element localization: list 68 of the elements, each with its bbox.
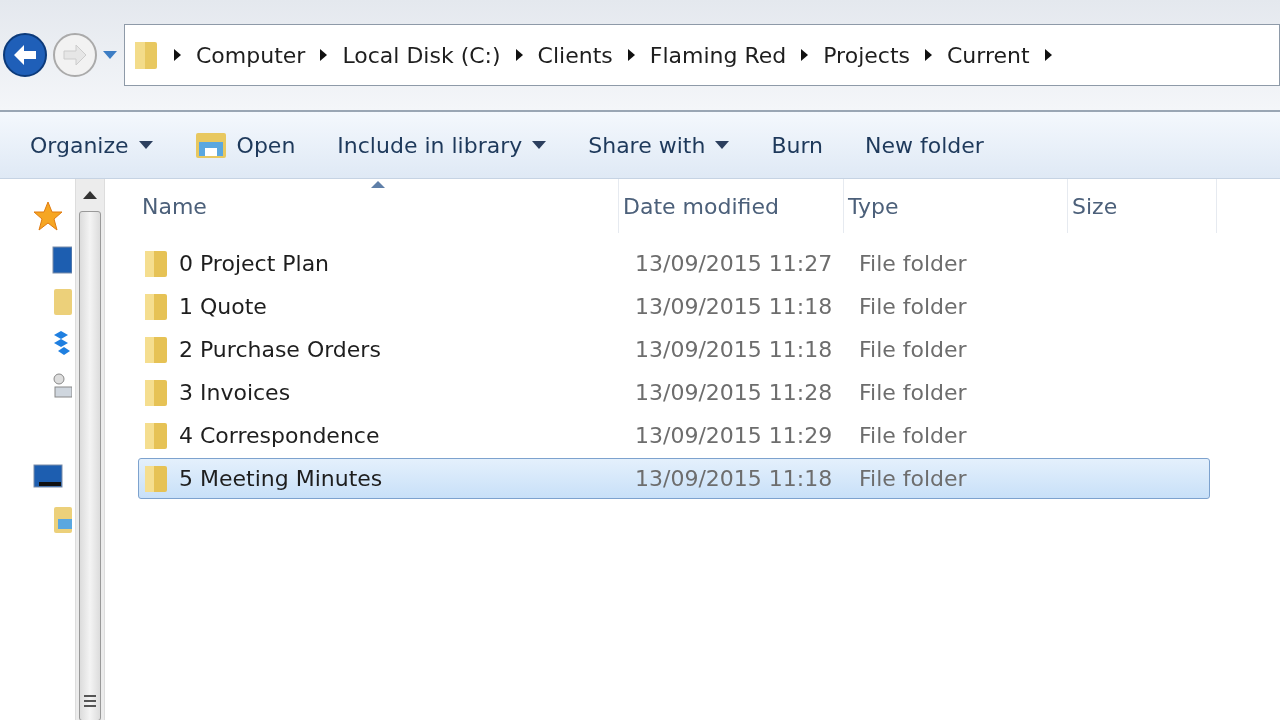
file-name: 2 Purchase Orders (179, 337, 381, 362)
file-type: File folder (858, 423, 968, 448)
toolbar-button[interactable]: Organize (14, 132, 169, 158)
caret-icon (715, 141, 730, 149)
toolbar-button[interactable]: Burn (755, 132, 840, 158)
chevron-right-icon[interactable] (800, 49, 810, 61)
scroll-up-arrow-icon[interactable] (83, 191, 97, 199)
file-row[interactable]: 5 Meeting Minutes 13/09/2015 11:18 File folder (138, 458, 1210, 499)
toolbar-button[interactable]: Include in library (321, 132, 563, 158)
file-row[interactable]: 1 Quote 13/09/2015 11:18 File folder (138, 286, 1210, 327)
chevron-right-icon[interactable] (514, 49, 524, 61)
breadcrumb-item[interactable]: Projects (823, 42, 910, 68)
column-header[interactable]: Date modified (619, 179, 844, 233)
file-type: File folder (858, 466, 968, 491)
open-folder-icon (194, 130, 227, 160)
folder-icon (143, 291, 169, 322)
caret-icon (138, 141, 153, 149)
folder-icon (143, 377, 169, 408)
file-row[interactable]: 0 Project Plan 13/09/2015 11:27 File folder (138, 243, 1210, 284)
toolbar-button[interactable]: Share with (572, 132, 746, 158)
breadcrumb-item[interactable]: Flaming Red (649, 42, 787, 68)
date-modified: 13/09/2015 11:27 (634, 251, 834, 276)
date-modified: 13/09/2015 11:18 (634, 466, 834, 491)
toolbar-button[interactable]: Open (178, 130, 312, 160)
file-row[interactable]: 4 Correspondence 13/09/2015 11:29 File folder (138, 415, 1210, 456)
star-icon[interactable] (33, 201, 63, 231)
file-name: 1 Quote (179, 294, 267, 319)
chevron-right-icon[interactable] (626, 49, 636, 61)
caret-icon (532, 141, 547, 149)
file-row[interactable]: 3 Invoices 13/09/2015 11:28 File folder (138, 372, 1210, 413)
chevron-right-icon[interactable] (923, 49, 933, 61)
grip-icon (83, 694, 97, 710)
file-name: 3 Invoices (179, 380, 291, 405)
breadcrumb-item[interactable]: Clients (537, 42, 613, 68)
file-name: 5 Meeting Minutes (179, 466, 383, 491)
scrollbar[interactable] (75, 179, 105, 720)
folder-icon (133, 39, 159, 71)
column-header[interactable]: Size (1068, 179, 1217, 233)
sort-arrow-icon (371, 181, 385, 188)
breadcrumb-item[interactable]: Current (946, 42, 1030, 68)
file-type: File folder (858, 380, 968, 405)
column-header[interactable]: Name (138, 179, 619, 233)
date-modified: 13/09/2015 11:18 (634, 294, 834, 319)
breadcrumb-item[interactable]: Computer (196, 42, 306, 68)
toolbar-button[interactable]: New folder (849, 132, 1000, 158)
file-type: File folder (858, 337, 968, 362)
file-type: File folder (858, 251, 968, 276)
chevron-right-icon[interactable] (173, 49, 182, 61)
column-header[interactable]: Type (844, 179, 1068, 233)
address-bar[interactable]: Computer Local Disk (C:) Clients Flaming Red Projects Current (124, 24, 1280, 86)
folder-icon[interactable] (52, 505, 72, 535)
file-name: 4 Correspondence (179, 423, 380, 448)
date-modified: 13/09/2015 11:29 (634, 423, 834, 448)
scrollbar-thumb[interactable] (79, 211, 101, 720)
folder-icon (143, 248, 169, 279)
file-name: 0 Project Plan (179, 251, 330, 276)
dropdown-caret-icon[interactable] (102, 50, 118, 60)
file-row[interactable]: 2 Purchase Orders 13/09/2015 11:18 File folder (138, 329, 1210, 370)
breadcrumb-item[interactable]: Local Disk (C:) (342, 42, 501, 68)
date-modified: 13/09/2015 11:28 (634, 380, 834, 405)
chevron-right-icon[interactable] (1043, 49, 1053, 61)
folder-icon (143, 420, 169, 451)
date-modified: 13/09/2015 11:18 (634, 337, 834, 362)
back-button[interactable] (2, 32, 48, 78)
folder-icon (143, 463, 169, 494)
chevron-right-icon[interactable] (319, 49, 329, 61)
file-type: File folder (858, 294, 968, 319)
folder-icon (143, 334, 169, 365)
